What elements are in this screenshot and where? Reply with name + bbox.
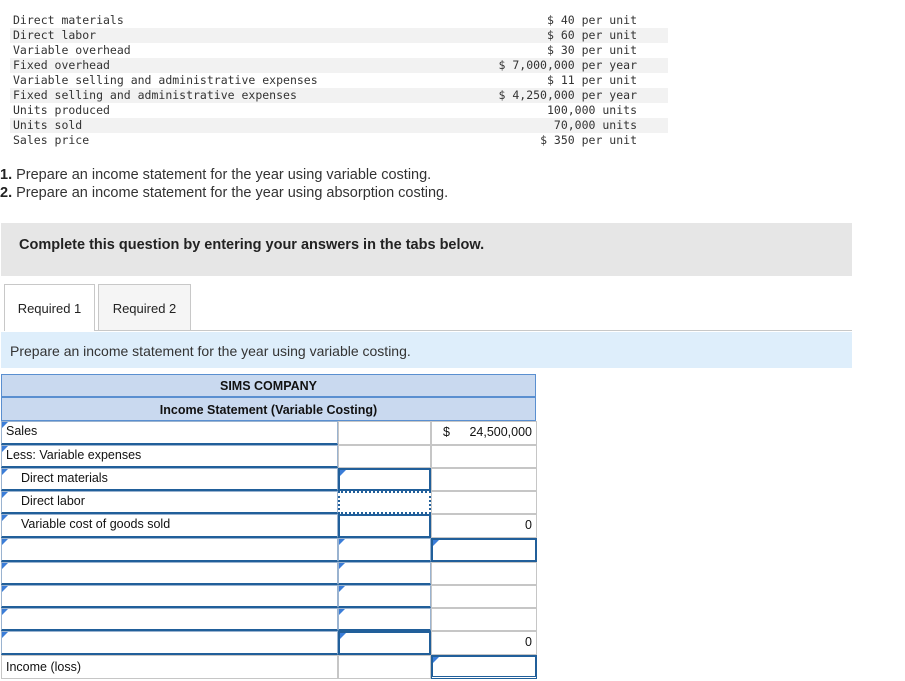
total-variable-expenses: 0: [431, 631, 537, 655]
amount-cell-b: [431, 608, 537, 631]
amount-cell-a: [338, 445, 431, 468]
given-value: $ 7,000,000 per year: [498, 58, 637, 72]
question-text: Prepare an income statement for the year…: [12, 167, 432, 183]
line-label-input[interactable]: [1, 585, 338, 608]
line-label-sales[interactable]: Sales: [1, 421, 338, 445]
given-label: Variable selling and administrative expe…: [13, 73, 318, 87]
direct-labor-amount-input[interactable]: [338, 491, 431, 514]
given-value: $ 30 per unit: [546, 43, 637, 57]
line-label-input[interactable]: [1, 631, 338, 655]
given-label: Variable overhead: [13, 43, 131, 57]
row-label: Sales: [6, 424, 38, 438]
amount-cell-b: [431, 468, 537, 491]
line-label-variable-cogs[interactable]: Variable cost of goods sold: [1, 514, 338, 538]
amount-cell-b: [431, 491, 537, 514]
tab-instruction: Prepare an income statement for the year…: [1, 332, 852, 368]
question-1: 1. Prepare an income statement for the y…: [0, 166, 448, 184]
given-label: Units produced: [13, 103, 110, 117]
variable-cogs-subtotal[interactable]: [338, 514, 431, 538]
amount-input[interactable]: [338, 585, 431, 608]
given-label: Fixed selling and administrative expense…: [13, 88, 297, 102]
given-label: Sales price: [13, 133, 90, 147]
income-amount-input[interactable]: [431, 655, 537, 679]
given-row: Variable overhead $ 30 per unit: [10, 43, 668, 58]
amount-input[interactable]: [338, 538, 431, 562]
line-label-income: Income (loss): [1, 655, 338, 679]
dollar-sign: $: [443, 425, 450, 439]
given-value: $ 350 per unit: [540, 133, 637, 147]
given-label: Units sold: [13, 118, 83, 132]
question-text: Prepare an income statement for the year…: [12, 185, 449, 201]
amount-input[interactable]: [338, 562, 431, 585]
tab-required-2[interactable]: Required 2: [98, 284, 191, 331]
tab-required-1[interactable]: Required 1: [4, 284, 95, 331]
sales-value: 24,500,000: [469, 425, 532, 439]
row-label: Less: Variable expenses: [6, 448, 142, 462]
given-value: $ 11 per unit: [546, 73, 637, 87]
income-statement: SIMS COMPANY Income Statement (Variable …: [1, 374, 537, 680]
amount-cell-b: [431, 585, 537, 608]
amount-cell-b: [431, 445, 537, 468]
instructions-banner: Complete this question by entering your …: [1, 223, 852, 276]
line-label-variable-expenses[interactable]: Less: Variable expenses: [1, 445, 338, 468]
amount-input[interactable]: [338, 608, 431, 631]
given-row: Sales price $ 350 per unit: [10, 133, 668, 148]
line-label-input[interactable]: [1, 562, 338, 585]
tab-divider: [95, 330, 852, 331]
given-label: Fixed overhead: [13, 58, 110, 72]
given-row: Fixed overhead $ 7,000,000 per year: [10, 58, 668, 73]
line-label-input[interactable]: [1, 608, 338, 631]
given-row: Fixed selling and administrative expense…: [10, 88, 668, 103]
given-row: Units produced 100,000 units: [10, 103, 668, 118]
given-label: Direct materials: [13, 13, 124, 27]
direct-materials-amount-input[interactable]: [338, 468, 431, 491]
banner-text: Complete this question by entering your …: [19, 237, 485, 253]
line-label-input[interactable]: [1, 538, 338, 562]
given-value: $ 4,250,000 per year: [498, 88, 637, 102]
question-number: 1.: [0, 167, 13, 183]
given-row: Direct materials $ 40 per unit: [10, 13, 668, 28]
row-label: Variable cost of goods sold: [21, 517, 171, 531]
given-row: Direct labor $ 60 per unit: [10, 28, 668, 43]
row-label: Income (loss): [6, 660, 82, 674]
variable-cogs-value: 0: [525, 518, 532, 532]
given-value: 100,000 units: [546, 103, 637, 117]
given-data-table: Direct materials $ 40 per unit Direct lab…: [10, 13, 668, 148]
total-variable-expenses-value: 0: [525, 635, 532, 649]
line-label-direct-materials[interactable]: Direct materials: [1, 468, 338, 491]
amount-cell-a: [338, 655, 431, 679]
variable-cogs-amount: 0: [431, 514, 537, 538]
amount-input[interactable]: [338, 631, 431, 655]
given-value: $ 40 per unit: [546, 13, 637, 27]
given-value: 70,000 units: [553, 118, 637, 132]
instruction-text: Prepare an income statement for the year…: [10, 343, 411, 359]
given-label: Direct labor: [13, 28, 97, 42]
given-row: Variable selling and administrative expe…: [10, 73, 668, 88]
question-list: 1. Prepare an income statement for the y…: [0, 166, 448, 202]
row-label: Direct materials: [21, 471, 108, 485]
line-label-direct-labor[interactable]: Direct labor: [1, 491, 338, 514]
given-row: Units sold 70,000 units: [10, 118, 668, 133]
amount-cell-a: [338, 421, 431, 445]
amount-cell-b: [431, 562, 537, 585]
total-amount-input[interactable]: [431, 538, 537, 562]
question-number: 2.: [0, 185, 13, 201]
company-name: SIMS COMPANY: [1, 374, 536, 397]
question-2: 2. Prepare an income statement for the y…: [0, 184, 448, 202]
statement-title: Income Statement (Variable Costing): [1, 397, 536, 421]
row-label: Direct labor: [21, 494, 85, 508]
given-value: $ 60 per unit: [546, 28, 637, 42]
sales-amount: $24,500,000: [431, 421, 537, 445]
